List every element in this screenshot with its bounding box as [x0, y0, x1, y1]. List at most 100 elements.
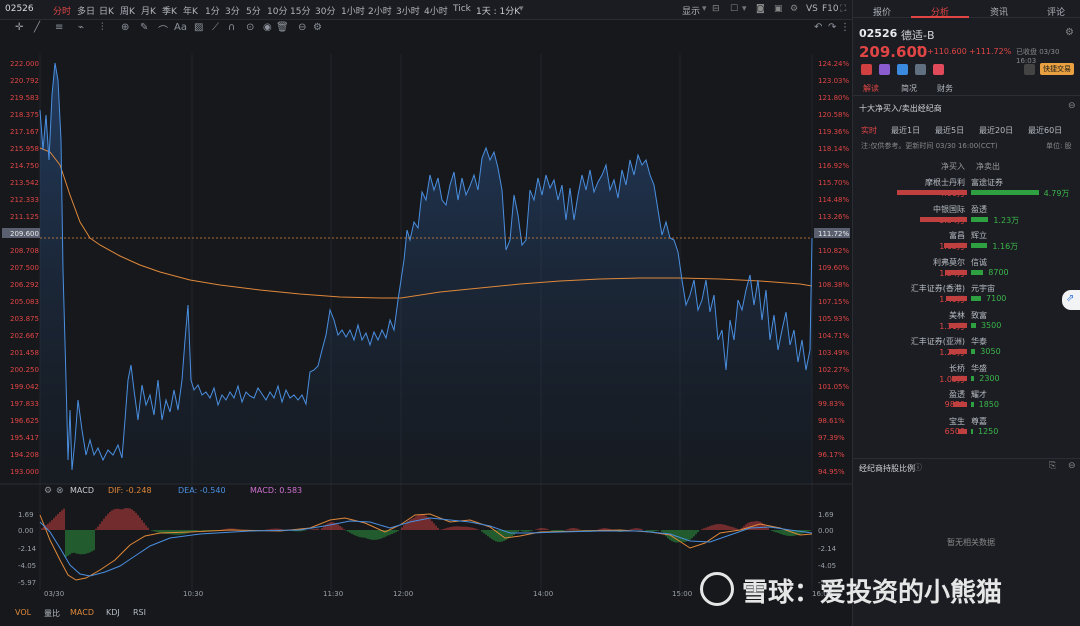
period-tab[interactable]: Tick — [453, 4, 471, 14]
crosshair-icon[interactable]: ✛ — [15, 22, 23, 33]
period-tab[interactable]: 30分 — [315, 4, 335, 17]
chevron-down-icon[interactable]: ▾ — [742, 4, 747, 14]
redo-icon[interactable]: ↷ — [828, 22, 836, 33]
period-tab[interactable]: 2小时 — [368, 4, 392, 17]
polyline-icon[interactable]: ⌁ — [78, 22, 84, 33]
indicator-tab[interactable]: VOL — [15, 608, 31, 617]
buy-bar — [945, 269, 967, 275]
fibonacci-icon[interactable]: ⫶ — [101, 22, 104, 33]
chevron-down-icon[interactable]: ▾ — [519, 4, 524, 14]
intraday-chart[interactable]: 222.000 220.792 219.583 218.375 217.167 215.9… — [0, 37, 852, 626]
indicator-tab[interactable]: KDJ — [106, 608, 120, 617]
collapse-icon[interactable]: ⊖ — [1068, 461, 1076, 471]
bell-icon[interactable] — [1024, 64, 1035, 75]
pct-tick: 102.27% — [818, 366, 849, 374]
price-tick: 196.625 — [10, 417, 39, 425]
quick-trade-button[interactable]: 快捷交易 — [1040, 63, 1074, 75]
settings-icon[interactable]: ⚙ — [313, 22, 322, 33]
layout-icon[interactable]: ⊟ — [712, 4, 720, 14]
checkbox-icon[interactable]: ☐ — [730, 4, 738, 14]
more-icon[interactable]: ⋮ — [840, 22, 850, 33]
sell-value: 4.79万 — [1043, 189, 1070, 198]
vs-button[interactable]: VS — [806, 4, 818, 14]
buy-broker-name: 盈透 — [949, 390, 965, 399]
shape-icon[interactable]: ⌒ — [158, 22, 168, 37]
price-tick: 206.292 — [10, 281, 39, 289]
period-tab[interactable]: 3分 — [225, 4, 240, 17]
period-5d[interactable]: 最近5日 — [935, 125, 964, 136]
period-tab[interactable]: 1分 — [205, 4, 220, 17]
tab-news[interactable]: 资讯 — [990, 5, 1008, 18]
tab-comments[interactable]: 评论 — [1047, 5, 1065, 18]
subtab-finance[interactable]: 财务 — [937, 83, 953, 94]
period-20d[interactable]: 最近20日 — [979, 125, 1013, 136]
pct-tick: 97.39% — [818, 434, 845, 442]
expand-icon[interactable]: ⛶ — [840, 4, 846, 14]
buy-broker-name: 中银国际 — [933, 204, 965, 214]
sell-broker-name: 富途证券 — [971, 178, 1003, 187]
watermark: 雪球：爱投资的小熊猫 — [700, 568, 1060, 612]
period-1d[interactable]: 最近1日 — [891, 125, 920, 136]
settings-icon[interactable]: ⚙ — [790, 4, 798, 14]
eye-icon[interactable]: ⊗ — [56, 486, 64, 496]
price-tick: 199.042 — [10, 383, 39, 391]
text-tool-icon[interactable]: Aa — [174, 22, 187, 33]
eye-icon[interactable]: ◉ — [263, 22, 272, 33]
ruler-icon[interactable]: ⟋ — [212, 22, 219, 33]
gann-icon[interactable]: ⊕ — [121, 22, 129, 33]
no-data-text: 暂无相关数据 — [947, 538, 995, 547]
period-tab[interactable]: 多日 — [77, 4, 95, 17]
watermark-text: 雪球：爱投资的小熊猫 — [742, 578, 1003, 608]
period-tab[interactable]: 月K — [141, 4, 156, 17]
pct-tick: 101.05% — [818, 383, 849, 391]
pct-tick: 96.17% — [818, 451, 845, 459]
period-tab[interactable]: 5分 — [246, 4, 261, 17]
subtab-interpret[interactable]: 解读 — [863, 83, 879, 94]
window-icon[interactable]: ▣ — [774, 4, 783, 14]
price-tick: 203.875 — [10, 315, 39, 323]
magnet-icon[interactable]: ∩ — [228, 22, 235, 33]
period-tab[interactable]: 4小时 — [424, 4, 448, 17]
delete-icon[interactable]: 🗑 — [276, 22, 289, 33]
period-tab[interactable]: 日K — [99, 4, 114, 17]
float-share-button[interactable]: ⇗ — [1062, 290, 1080, 310]
lock-icon[interactable]: ⊙ — [246, 22, 254, 33]
period-tab[interactable]: 季K — [162, 4, 177, 17]
period-tab[interactable]: 年K — [183, 4, 198, 17]
stock-code: 02526 — [5, 4, 34, 14]
subtab-profile[interactable]: 简况 — [901, 83, 917, 94]
period-tab[interactable]: 3小时 — [396, 4, 420, 17]
settings-icon[interactable]: ⚙ — [1065, 27, 1074, 38]
indicator-tab[interactable]: MACD — [70, 608, 94, 617]
period-tab[interactable]: 1小时 — [341, 4, 365, 17]
display-dropdown[interactable]: 显示 — [682, 4, 700, 17]
unit-label: 单位: 股 — [1046, 142, 1072, 150]
period-tab[interactable]: 分时 — [53, 4, 71, 17]
camera-icon[interactable]: ◙ — [756, 4, 765, 14]
image-icon[interactable]: ▨ — [194, 22, 203, 33]
period-tab[interactable]: 10分 — [267, 4, 287, 17]
period-tab[interactable]: 周K — [120, 4, 135, 17]
settings-icon[interactable]: ⚙ — [44, 486, 52, 496]
tab-quote[interactable]: 报价 — [873, 5, 891, 18]
export-icon[interactable]: ⎘ — [1049, 461, 1056, 471]
divider — [853, 458, 1080, 459]
period-tab[interactable]: 15分 — [290, 4, 310, 17]
price-tick: 214.750 — [10, 162, 39, 170]
info-icon[interactable]: ⓘ — [914, 462, 922, 473]
line-tool-icon[interactable]: ╱ — [34, 22, 40, 33]
f10-button[interactable]: F10 — [822, 4, 839, 14]
indicator-tab[interactable]: RSI — [133, 608, 146, 617]
collapse-icon[interactable]: ⊖ — [1068, 101, 1076, 111]
range-select[interactable]: 1天 : 1分K — [476, 4, 520, 17]
pct-tick: 111.72% — [818, 230, 849, 238]
indicator-tab[interactable]: 量比 — [44, 608, 60, 619]
brush-icon[interactable]: ✎ — [140, 22, 148, 33]
period-realtime[interactable]: 实时 — [861, 125, 877, 136]
undo-icon[interactable]: ↶ — [814, 22, 822, 33]
link-icon[interactable]: ⊖ — [298, 22, 306, 33]
chevron-down-icon[interactable]: ▾ — [702, 4, 707, 14]
multi-line-icon[interactable]: ≡ — [55, 22, 63, 33]
share-icon: ⇗ — [1066, 293, 1075, 304]
period-60d[interactable]: 最近60日 — [1028, 125, 1062, 136]
